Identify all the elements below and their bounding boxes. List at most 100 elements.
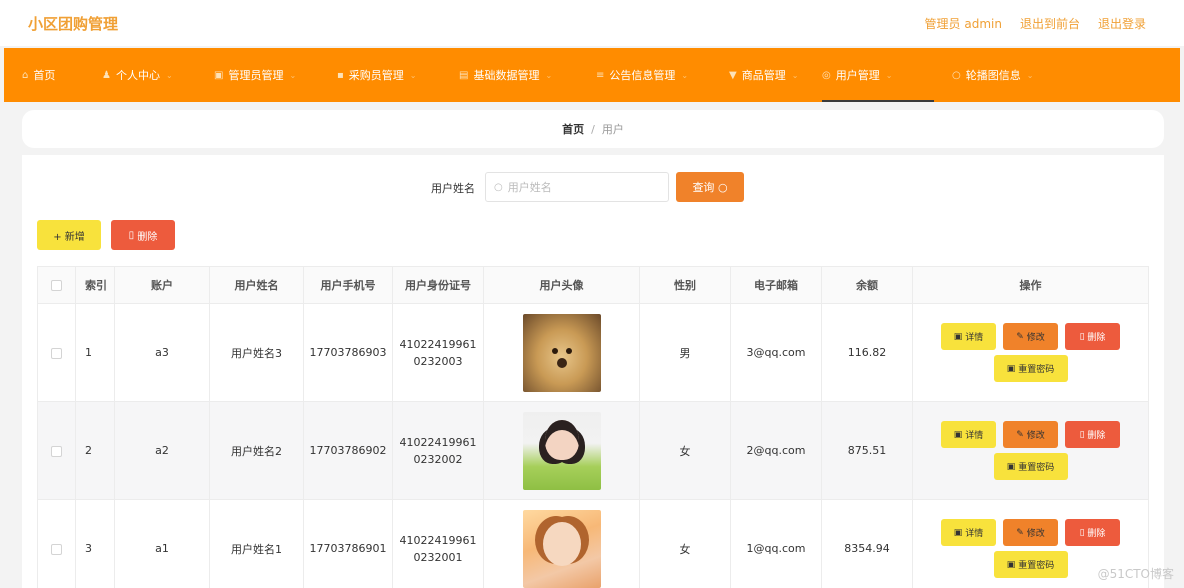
edit-button[interactable]: ✎ 修改 [1003,421,1058,448]
watermark: @51CTO博客 [1097,567,1174,581]
reset-password-button[interactable]: ▣ 重置密码 [993,551,1068,578]
chevron-down-icon: ⌄ [791,70,799,80]
exit-to-front-link[interactable]: 退出到前台 [1020,15,1080,32]
detail-icon: ▣ [953,331,963,342]
cell-id-card: 41022419961 0232001 [392,499,484,588]
breadcrumb-current: 用户 [601,123,624,136]
avatar[interactable] [522,411,601,490]
row-delete-button[interactable]: ▯ 删除 [1065,323,1120,350]
cell-gender: 女 [639,499,731,588]
nav-item[interactable]: ▪ 采购员管理 ⌄ [337,48,427,102]
col-header: 账户 [114,266,210,304]
avatar[interactable] [522,509,601,588]
cell-account: a1 [114,499,210,588]
reset-password-button[interactable]: ▣ 重置密码 [993,453,1068,480]
pencil-icon: ✎ [1016,331,1024,342]
nav-item[interactable]: ⌂ 首页 [22,48,72,102]
trash-icon: ▯ [1079,429,1085,440]
detail-label: 详情 [965,333,984,343]
cell-name: 用户姓名1 [209,499,304,588]
chevron-down-icon: ⌄ [1026,70,1034,80]
table-row[interactable]: 3 a1 用户姓名1 17703786901 41022419961 0232001 女 1@… [37,499,1149,588]
detail-icon: ▣ [953,429,963,440]
delete-button[interactable]: ▯ 删除 [111,220,175,250]
add-button[interactable]: + 新增 [37,220,101,250]
id-line: 0232001 [413,550,463,564]
logout-link[interactable]: 退出登录 [1098,15,1146,32]
col-header: 余额 [821,266,913,304]
nav-item-label: 基础数据管理 [473,69,540,82]
detail-button[interactable]: ▣ 详情 [941,519,996,546]
nav-item[interactable]: ♟ 个人中心 ⌄ [102,48,184,102]
detail-button[interactable]: ▣ 详情 [941,421,996,448]
edit-label: 修改 [1026,333,1045,343]
nav-item-label: 管理员管理 [228,69,284,82]
notice-icon: ≡ [596,69,605,81]
table-row[interactable]: 1 a3 用户姓名3 17703786903 41022419961 0232003 男 3@… [37,303,1149,402]
nav-item-label: 轮播图信息 [965,69,1021,82]
cell-email: 1@qq.com [730,499,822,588]
table-header-row: 索引 账户 用户姓名 用户手机号 用户身份证号 用户头像 性别 电子邮箱 余额 … [37,266,1149,304]
search-button[interactable]: 查询 ○ [676,172,744,202]
cell-name: 用户姓名2 [209,401,304,500]
id-line: 41022419961 [399,337,477,351]
search-label: 用户姓名 [431,182,475,195]
id-line: 0232002 [413,452,463,466]
buyer-icon: ▪ [337,69,344,81]
users-icon: ◎ [822,69,831,81]
cell-gender: 女 [639,401,731,500]
chevron-down-icon: ⌄ [885,70,893,80]
nav-item[interactable]: ▤ 基础数据管理 ⌄ [459,48,569,102]
col-header: 用户姓名 [209,266,304,304]
cell-index: 1 [75,303,115,402]
reset-password-button[interactable]: ▣ 重置密码 [993,355,1068,382]
col-header: 性别 [639,266,731,304]
cell-account: a2 [114,401,210,500]
cell-ops: ▣ 详情 ✎ 修改 ▯ 删除 ▣ 重置密码 [912,303,1149,402]
nav-item-label: 商品管理 [741,69,786,82]
col-header: 电子邮箱 [730,266,822,304]
avatar[interactable] [522,313,601,392]
cell-name: 用户姓名3 [209,303,304,402]
search-button-icon: ○ [717,180,728,194]
cell-email: 2@qq.com [730,401,822,500]
pencil-icon: ✎ [1016,429,1024,440]
carousel-icon: ○ [952,69,961,81]
breadcrumb-home[interactable]: 首页 [562,121,584,137]
user-table: 索引 账户 用户姓名 用户手机号 用户身份证号 用户头像 性别 电子邮箱 余额 … [37,266,1149,588]
search-button-label: 查询 [692,181,715,194]
nav-item-label: 采购员管理 [348,69,404,82]
detail-label: 详情 [965,529,984,539]
nav-item-label: 首页 [33,69,56,82]
nav-item[interactable]: ▼ 商品管理 ⌄ [729,48,801,102]
nav-item[interactable]: ◎ 用户管理 ⌄ [822,48,934,102]
breadcrumb: 首页 / 用户 [22,110,1164,148]
edit-button[interactable]: ✎ 修改 [1003,323,1058,350]
cell-gender: 男 [639,303,731,402]
reset-icon: ▣ [1006,363,1016,374]
cell-email: 3@qq.com [730,303,822,402]
row-checkbox[interactable] [37,499,76,588]
row-checkbox[interactable] [37,401,76,500]
reset-label: 重置密码 [1018,561,1055,571]
table-row[interactable]: 2 a2 用户姓名2 17703786902 41022419961 0232002 女 2@… [37,401,1149,500]
nav-item[interactable]: ▣ 管理员管理 ⌄ [214,48,314,102]
row-delete-button[interactable]: ▯ 删除 [1065,421,1120,448]
cell-index: 3 [75,499,115,588]
edit-button[interactable]: ✎ 修改 [1003,519,1058,546]
row-delete-button[interactable]: ▯ 删除 [1065,519,1120,546]
user-list-panel: 用户姓名 ○ 用户姓名 查询 ○ + 新增 ▯ 删除 索引 账户 用户姓名 用户… [22,155,1164,588]
nav-item[interactable]: ≡ 公告信息管理 ⌄ [596,48,706,102]
trash-icon: ▯ [1079,527,1085,538]
search-input[interactable]: ○ 用户姓名 [485,172,669,202]
search-icon: ○ [494,181,503,193]
detail-button[interactable]: ▣ 详情 [941,323,996,350]
nav-item[interactable]: ○ 轮播图信息 ⌄ [952,48,1048,102]
admin-label[interactable]: 管理员 admin [925,15,1002,32]
select-all-checkbox[interactable] [37,266,76,304]
row-checkbox[interactable] [37,303,76,402]
row-delete-label: 删除 [1087,529,1106,539]
top-links: 管理员 admin 退出到前台 退出登录 [925,15,1146,32]
detail-label: 详情 [965,431,984,441]
cell-phone: 17703786903 [303,303,393,402]
